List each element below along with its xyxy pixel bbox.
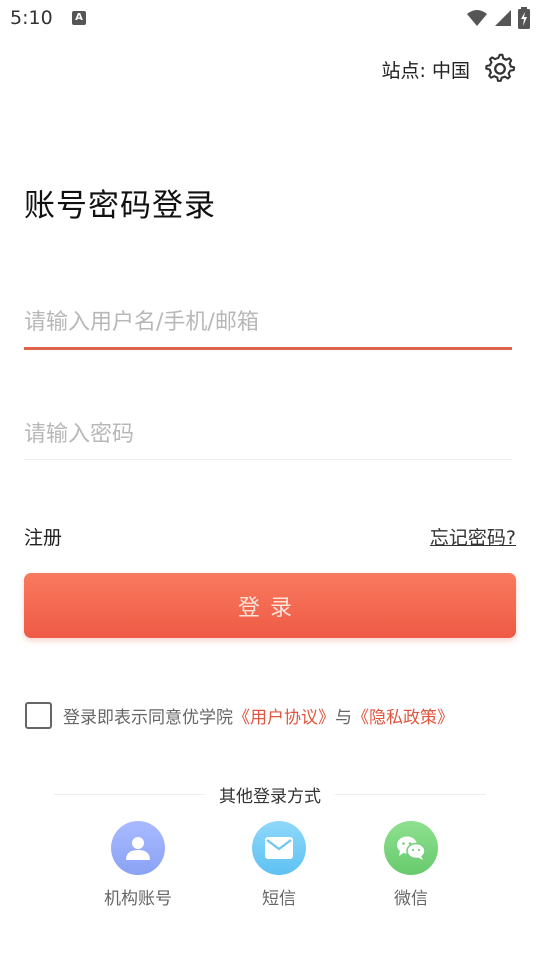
cell-signal-icon xyxy=(495,10,511,26)
register-link[interactable]: 注册 xyxy=(24,523,62,550)
sms-login-button[interactable]: 短信 xyxy=(234,821,324,909)
battery-icon xyxy=(518,7,530,29)
privacy-policy-link[interactable]: 《隐私政策》 xyxy=(352,708,454,728)
divider-line xyxy=(54,793,205,795)
user-agreement-link[interactable]: 《用户协议》 xyxy=(233,708,335,728)
forgot-password-link[interactable]: 忘记密码? xyxy=(430,523,516,550)
agreement-connector: 与 xyxy=(335,708,352,728)
agreement-text: 登录即表示同意优学院《用户协议》与《隐私政策》 xyxy=(63,703,454,728)
divider-line xyxy=(335,793,486,795)
wechat-icon xyxy=(384,821,438,875)
gear-icon[interactable] xyxy=(484,53,516,85)
other-login-title: 其他登录方式 xyxy=(219,786,321,807)
wechat-login-button[interactable]: 微信 xyxy=(366,821,456,909)
agreement-row: 登录即表示同意优学院《用户协议》与《隐私政策》 xyxy=(25,702,454,729)
site-selector[interactable]: 站点: 中国 xyxy=(382,52,516,86)
username-input[interactable] xyxy=(24,302,512,342)
username-field-container xyxy=(24,302,512,350)
institution-login-label: 机构账号 xyxy=(104,889,172,909)
sms-login-label: 短信 xyxy=(262,889,296,909)
password-input[interactable] xyxy=(24,414,512,454)
wifi-icon xyxy=(467,10,487,26)
login-button[interactable]: 登录 xyxy=(24,573,516,638)
institution-login-button[interactable]: 机构账号 xyxy=(93,821,183,909)
status-indicators xyxy=(466,6,530,30)
person-icon xyxy=(111,821,165,875)
envelope-icon xyxy=(252,821,306,875)
notification-a-icon: A xyxy=(72,11,86,25)
status-time: 5:10 xyxy=(10,7,53,29)
site-label: 站点: 中国 xyxy=(381,59,470,82)
agreement-checkbox[interactable] xyxy=(25,702,52,729)
status-bar: 5:10 A xyxy=(0,0,540,38)
agreement-prefix: 登录即表示同意优学院 xyxy=(63,708,233,728)
password-field-container xyxy=(24,414,512,460)
page-title: 账号密码登录 xyxy=(24,188,216,224)
wechat-login-label: 微信 xyxy=(394,889,428,909)
other-login-divider: 其他登录方式 xyxy=(54,781,486,807)
